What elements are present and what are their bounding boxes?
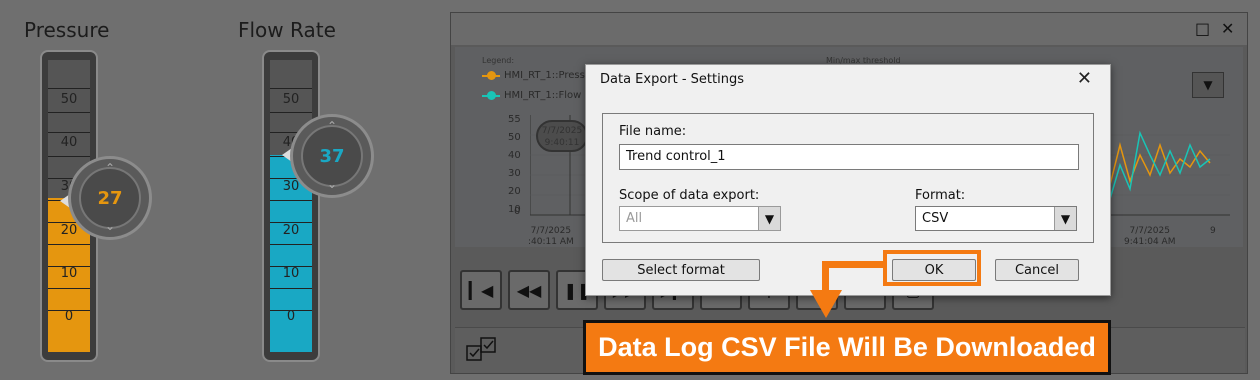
trend-window-titlebar: □ ✕ [451,13,1247,45]
flow-tube: 50 40 30 20 10 0 [262,50,320,362]
y-tick-label: 0 [514,206,521,217]
cursor-time: 9:40:11 [544,138,580,148]
format-value: CSV [922,211,949,226]
arrow-horizontal [822,261,884,268]
legend-label: HMI_RT_1::Flow [504,90,582,101]
format-select[interactable]: CSV ▼ [915,206,1077,231]
y-tick-label: 55 [508,114,521,125]
scope-value: All [626,211,643,226]
cursor-readout: 7/7/2025 9:40:11 [536,120,588,152]
pressure-tick-label: 10 [60,266,78,281]
close-icon[interactable]: ✕ [1221,19,1234,38]
x-axis-label: 7/7/2025 9:41:04 AM [1124,226,1176,247]
flow-rate-title: Flow Rate [238,18,336,42]
scope-select[interactable]: All ▼ [619,206,781,231]
y-tick-label: 20 [508,186,521,197]
callout-banner: Data Log CSV File Will Be Downloaded [583,320,1111,375]
threshold-dropdown-button[interactable]: ▼ [1192,72,1224,98]
pressure-tick-label: 50 [60,92,78,107]
chevron-down-icon: ▼ [1054,207,1076,230]
x-axis-label: 9 [1210,226,1216,236]
pressure-title: Pressure [24,18,110,42]
cancel-button[interactable]: Cancel [995,259,1079,281]
maximize-icon[interactable]: □ [1195,19,1210,38]
pressure-tick-label: 40 [60,135,78,150]
chevron-down-icon: ⌄ [326,177,338,191]
cursor-date: 7/7/2025 [541,126,583,136]
flow-tick-label: 50 [282,92,300,107]
arrow-down-icon [810,290,842,318]
rewind-icon[interactable]: ◀◀ [508,270,550,310]
flow-tick-label: 20 [282,223,300,238]
format-label: Format: [915,188,966,203]
export-status-icon[interactable] [465,334,499,368]
file-name-label: File name: [619,124,687,139]
flow-scale: 50 40 30 20 10 0 [270,60,312,352]
close-icon[interactable]: ✕ [1077,68,1092,89]
chevron-down-icon: ⌄ [104,219,116,233]
y-tick-label: 40 [508,150,521,161]
select-format-button[interactable]: Select format [602,259,760,281]
flow-tick-label: 10 [282,266,300,281]
flow-knob[interactable]: ⌃ 37 ⌄ [290,114,374,198]
export-settings-group: File name: Trend control_1 Scope of data… [602,113,1094,243]
dialog-title: Data Export - Settings [600,72,745,87]
chevron-down-icon: ▼ [758,207,780,230]
y-tick-label: 30 [508,168,521,179]
legend-caption: Legend: [482,56,515,65]
legend-label: HMI_RT_1::Press [504,70,585,81]
legend-item-flow[interactable]: HMI_RT_1::Flow [482,90,581,101]
legend-item-pressure[interactable]: HMI_RT_1::Press [482,70,585,81]
pressure-knob[interactable]: ⌃ 27 ⌄ [68,156,152,240]
file-name-input[interactable]: Trend control_1 [619,144,1079,170]
first-icon[interactable]: ▎◀ [460,270,502,310]
pressure-tick-label: 0 [64,309,74,324]
x-axis-label: 7/7/2025:40:11 AM [528,226,574,247]
scope-label: Scope of data export: [619,188,760,203]
flow-tick-label: 0 [286,309,296,324]
y-tick-label: 50 [508,132,521,143]
ok-highlight-box [883,250,981,286]
